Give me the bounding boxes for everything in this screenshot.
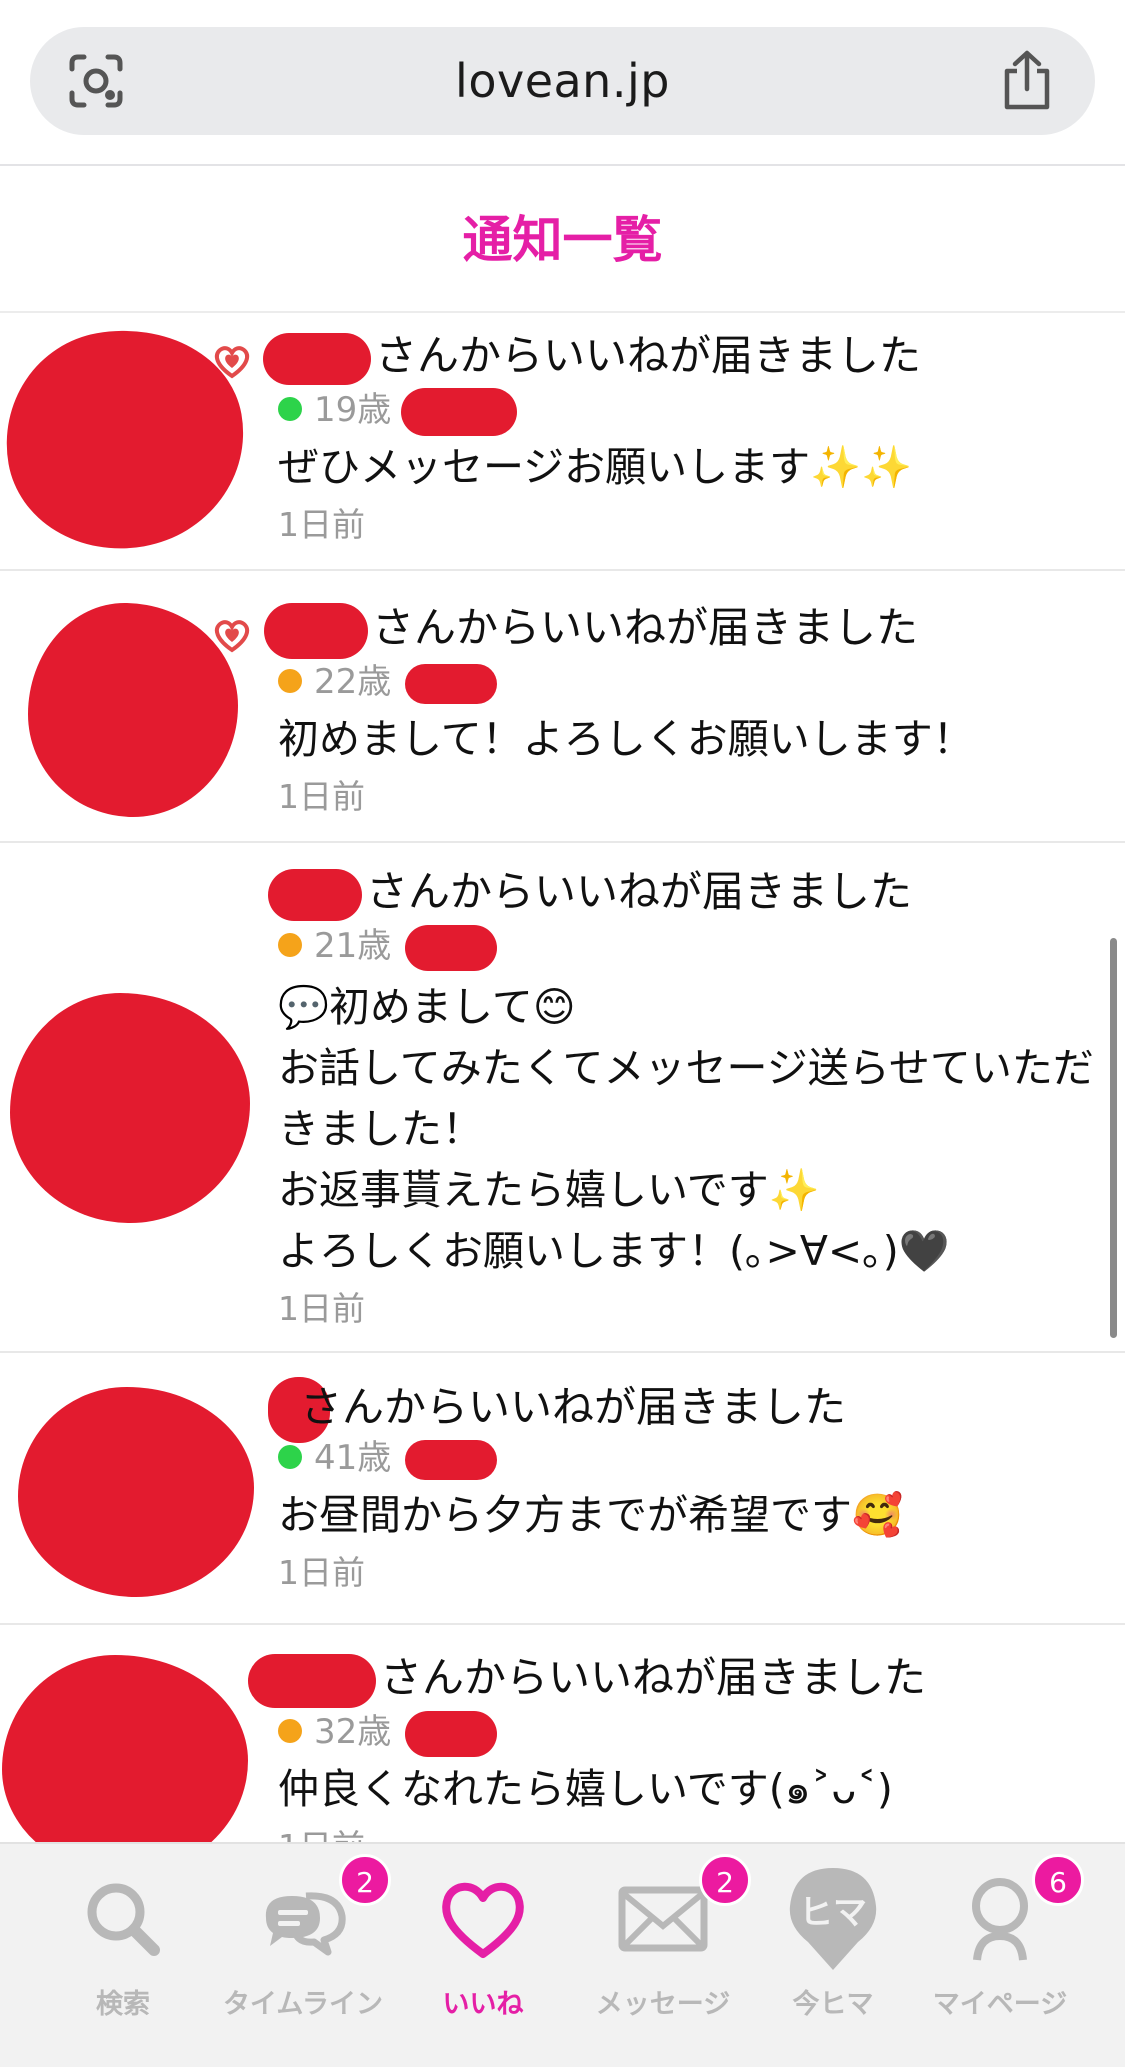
- tab-likes[interactable]: いいね: [393, 1844, 573, 2067]
- notification-item[interactable]: さんからいいねが届きました 22歳 初めまして！よろしくお願いします！ 1日前: [0, 571, 1125, 843]
- notification-title: さんからいいねが届きました: [263, 329, 1105, 385]
- timestamp: 1日前: [278, 1553, 365, 1592]
- like-heart-icon: [214, 346, 250, 379]
- online-status-dot: [278, 396, 302, 421]
- notification-badge: 6: [1032, 1854, 1084, 1906]
- online-status-dot: [278, 1444, 302, 1469]
- away-status-dot: [278, 932, 302, 957]
- profile-meta: 41歳: [278, 1431, 1105, 1485]
- age-text: 32歳: [314, 1712, 392, 1752]
- notification-title: さんからいいねが届きました: [264, 601, 1105, 659]
- timestamp: 1日前: [278, 1289, 365, 1328]
- svg-text:ヒマ: ヒマ: [799, 1893, 867, 1933]
- profile-meta: 21歳: [278, 919, 1105, 973]
- notification-item[interactable]: さんからいいねが届きました 32歳 仲良くなれたら嬉しいです(๑˃ᴗ˂) 1日前: [0, 1625, 1125, 1842]
- notification-title: さんからいいねが届きました: [248, 1651, 1105, 1708]
- profile-meta: 22歳: [278, 655, 1105, 709]
- browser-bar: lovean.jp: [0, 0, 1125, 166]
- notification-list[interactable]: さんからいいねが届きました 19歳 ぜひメッセージお願いします✨✨ 1日前 さん…: [0, 315, 1125, 1842]
- avatar[interactable]: [2, 1655, 248, 1842]
- avatar[interactable]: [10, 993, 250, 1223]
- profile-meta: 19歳: [278, 383, 1105, 437]
- notification-item[interactable]: さんからいいねが届きました 41歳 お昼間から夕方までが希望です🥰 1日前: [0, 1353, 1125, 1625]
- timestamp: 1日前: [278, 1820, 1105, 1842]
- tab-label: いいね: [442, 1989, 524, 2020]
- tab-mypage[interactable]: 6 マイページ: [910, 1844, 1090, 2067]
- notification-text: さんからいいねが届きました: [375, 331, 922, 380]
- person-icon: [972, 1878, 1028, 1961]
- scrollbar[interactable]: [1110, 938, 1117, 1338]
- age-text: 21歳: [314, 926, 392, 966]
- redacted-location: [401, 387, 518, 436]
- redacted-location: [405, 1710, 498, 1757]
- message-preview: 仲良くなれたら嬉しいです(๑˃ᴗ˂): [278, 1765, 893, 1813]
- page-title: 通知一覧: [0, 168, 1125, 313]
- search-icon: [87, 1883, 160, 1956]
- redacted-location: [405, 1439, 498, 1480]
- age-text: 22歳: [314, 662, 392, 702]
- tab-label: メッセージ: [595, 1989, 731, 2020]
- tab-label: マイページ: [932, 1989, 1068, 2020]
- timestamp: 1日前: [278, 505, 365, 544]
- avatar[interactable]: [18, 1387, 254, 1597]
- heart-icon: [442, 1882, 524, 1958]
- away-status-dot: [278, 1718, 302, 1743]
- tab-now-free[interactable]: ヒマ 今ヒマ: [743, 1844, 923, 2067]
- redacted-name: [263, 332, 371, 385]
- message-preview: 初めまして！よろしくお願いします！: [278, 715, 974, 763]
- url-text[interactable]: lovean.jp: [30, 27, 1095, 135]
- notification-title: さんからいいねが届きました: [268, 865, 1105, 921]
- redacted-name: [268, 868, 362, 921]
- redacted-name: [264, 602, 368, 659]
- like-heart-icon: [214, 620, 250, 653]
- notification-text: さんからいいねが届きました: [300, 1382, 847, 1432]
- message-preview: ぜひメッセージお願いします✨✨: [278, 443, 913, 491]
- avatar[interactable]: [28, 603, 238, 817]
- message-preview: お昼間から夕方までが希望です🥰: [278, 1491, 904, 1539]
- tab-messages[interactable]: 2 メッセージ: [573, 1844, 753, 2067]
- notification-text: さんからいいねが届きました: [380, 1653, 927, 1702]
- share-icon[interactable]: [999, 49, 1055, 111]
- tab-label: 今ヒマ: [792, 1989, 874, 2020]
- message-preview: 💬初めまして😊 お話してみたくてメッセージ送らせていただきました！ お返事貰えた…: [278, 983, 1094, 1275]
- timestamp: 1日前: [278, 777, 365, 816]
- away-status-dot: [278, 668, 302, 693]
- redacted-location: [405, 924, 498, 971]
- tab-bar: 検索 2 タイムライン いいね 2 メッセージ ヒマ 今ヒマ 6 マイページ: [0, 1842, 1125, 2067]
- tab-search[interactable]: 検索: [33, 1844, 213, 2067]
- notification-badge: 2: [339, 1854, 391, 1906]
- age-text: 41歳: [314, 1438, 392, 1478]
- notification-item[interactable]: さんからいいねが届きました 19歳 ぜひメッセージお願いします✨✨ 1日前: [0, 315, 1125, 571]
- tab-timeline[interactable]: 2 タイムライン: [213, 1844, 393, 2067]
- address-bar[interactable]: lovean.jp: [30, 27, 1095, 135]
- notification-item[interactable]: さんからいいねが届きました 21歳 💬初めまして😊 お話してみたくてメッセージ送…: [0, 843, 1125, 1353]
- age-text: 19歳: [314, 390, 392, 430]
- hima-pin-icon: ヒマ: [789, 1868, 877, 1970]
- chat-bubbles-icon: [265, 1892, 346, 1956]
- notification-text: さんからいいねが届きました: [372, 603, 919, 652]
- notification-text: さんからいいねが届きました: [366, 867, 913, 916]
- redacted-name: [248, 1653, 376, 1708]
- envelope-icon: [618, 1886, 708, 1952]
- tab-label: 検索: [96, 1989, 150, 2020]
- notification-title: さんからいいねが届きました: [268, 1377, 1105, 1443]
- profile-meta: 32歳: [278, 1705, 1105, 1759]
- tab-label: タイムライン: [222, 1989, 384, 2020]
- redacted-location: [405, 663, 498, 704]
